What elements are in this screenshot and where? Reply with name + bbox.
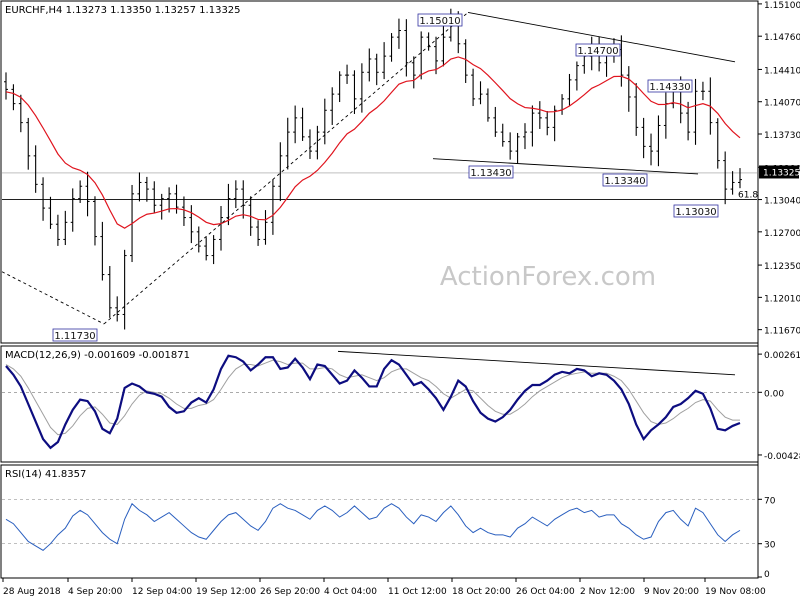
- x-tick-label: 18 Oct 20:00: [452, 587, 511, 597]
- x-tick-label: 2 Nov 12:00: [580, 587, 635, 597]
- macd-y-tick-label: 0.002613: [764, 351, 800, 361]
- x-tick-label: 4 Oct 04:00: [324, 587, 377, 597]
- current-price-label: 1.13325: [763, 168, 800, 178]
- main-y-tick-label: 1.12010: [764, 294, 800, 304]
- price-annotation-label: 1.13340: [604, 176, 645, 187]
- price-annotation-label: 1.15010: [419, 16, 460, 27]
- macd-y-tick-label: -0.004287: [764, 452, 800, 462]
- x-tick-label: 12 Sep 04:00: [132, 587, 192, 597]
- x-tick-label: 26 Sep 20:00: [260, 587, 320, 597]
- price-annotation-label: 1.13030: [675, 207, 716, 218]
- main-y-tick-label: 1.14410: [764, 66, 800, 76]
- fib-label: 61.8: [738, 191, 758, 201]
- rsi-y-tick-label: 0: [764, 570, 770, 580]
- price-annotation-label: 1.14330: [649, 82, 690, 93]
- main-y-tick-label: 1.15100: [764, 1, 800, 11]
- x-tick-label: 4 Sep 20:00: [68, 587, 123, 597]
- chart-svg: ActionForex.com 1.15010 1.14700 1.14330 1.1…: [0, 0, 800, 597]
- x-tick-label: 28 Aug 2018: [3, 587, 61, 597]
- main-y-tick-label: 1.13040: [764, 197, 800, 207]
- main-y-tick-label: 1.14760: [764, 33, 800, 43]
- chart-root: ActionForex.com 1.15010 1.14700 1.14330 1.1…: [0, 0, 800, 600]
- x-tick-label: 19 Sep 12:00: [196, 587, 256, 597]
- main-y-tick-label: 1.13730: [764, 131, 800, 141]
- price-annotation-label: 1.11730: [54, 331, 95, 342]
- macd-header: MACD(12,26,9) -0.001609 -0.001871: [5, 350, 190, 361]
- watermark-text: ActionForex.com: [440, 262, 656, 292]
- x-tick-label: 11 Oct 12:00: [388, 587, 447, 597]
- x-tick-label: 19 Nov 08:00: [705, 587, 766, 597]
- rsi-y-tick-label: 30: [764, 541, 776, 551]
- macd-y-tick-label: 0.00: [764, 389, 784, 399]
- main-header: EURCHF,H4 1.13273 1.13350 1.13257 1.1332…: [5, 5, 241, 16]
- main-y-tick-label: 1.11670: [764, 327, 800, 337]
- rsi-panel-frame: [0, 464, 759, 579]
- macd-panel-frame: [0, 345, 759, 463]
- x-tick-label: 9 Nov 20:00: [644, 587, 699, 597]
- main-y-tick-label: 1.12350: [764, 262, 800, 272]
- price-annotation-label: 1.13430: [470, 168, 511, 179]
- rsi-header: RSI(14) 41.8357: [5, 469, 86, 480]
- main-y-tick-label: 1.12700: [764, 229, 800, 239]
- rsi-y-tick-label: 70: [764, 496, 776, 506]
- x-tick-label: 26 Oct 04:00: [516, 587, 575, 597]
- price-annotation-label: 1.14700: [577, 46, 618, 57]
- main-y-tick-label: 1.14070: [764, 99, 800, 109]
